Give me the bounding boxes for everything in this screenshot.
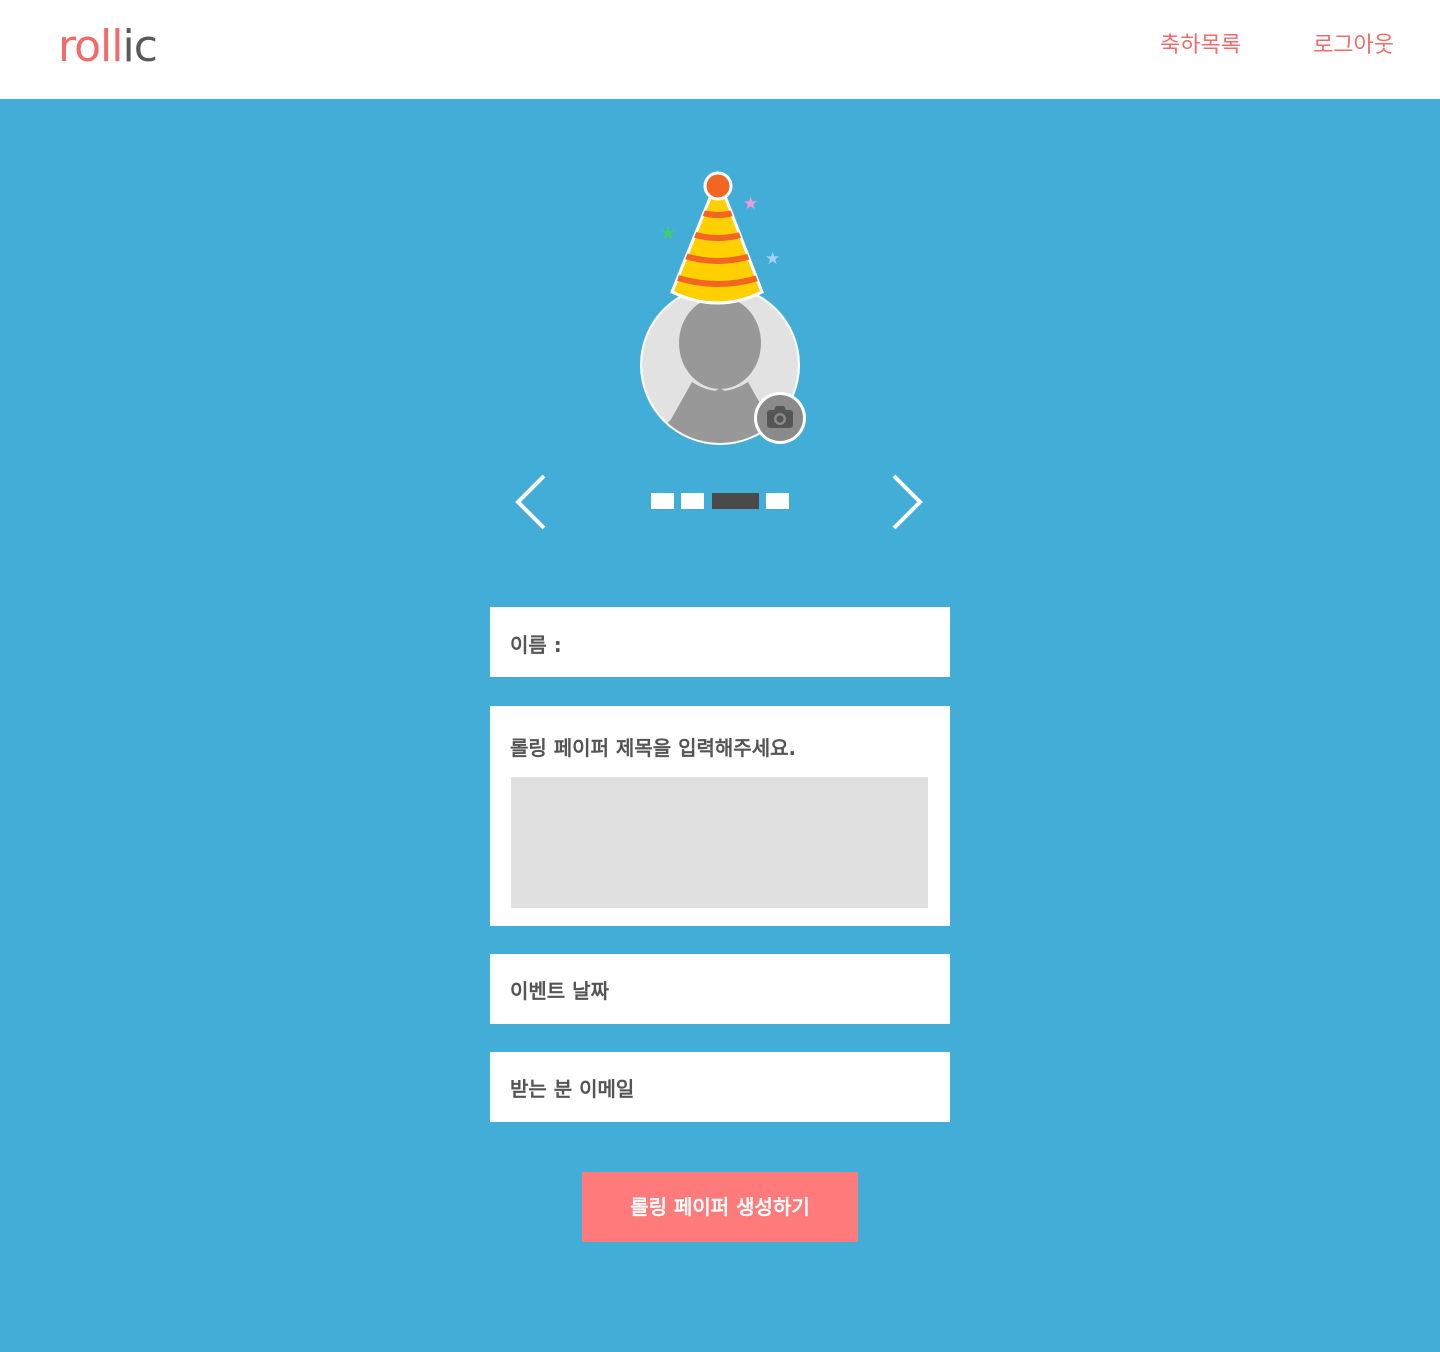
event-date-label: 이벤트 날짜 (510, 979, 609, 1003)
star-blue-icon: ★ (765, 249, 780, 269)
carousel-next-arrow-icon[interactable] (888, 470, 928, 534)
event-date-field[interactable]: 이벤트 날짜 (490, 954, 950, 1024)
rollic-logo[interactable]: rollic (58, 21, 158, 72)
carousel-dot-4[interactable] (766, 493, 789, 509)
camera-upload-button[interactable] (754, 392, 806, 444)
logo-text-ic: ic (122, 21, 158, 72)
title-label: 롤링 페이퍼 제목을 입력해주세요. (510, 736, 797, 760)
name-label: 이름 : (510, 633, 562, 657)
nav-logout[interactable]: 로그아웃 (1313, 30, 1394, 62)
title-textarea[interactable] (511, 777, 928, 908)
recipient-email-label: 받는 분 이메일 (510, 1077, 635, 1101)
profile-avatar: ★ ★ ★ (600, 160, 840, 460)
logo-text-roll: roll (58, 21, 123, 72)
carousel-prev-arrow-icon[interactable] (510, 470, 550, 534)
star-pink-icon: ★ (743, 194, 758, 214)
header-bar: rollic 축하목록 로그아웃 (0, 0, 1440, 99)
carousel-dot-1[interactable] (651, 493, 674, 509)
carousel-dot-3-active[interactable] (712, 493, 759, 509)
carousel-dot-2[interactable] (681, 493, 704, 509)
create-rolling-paper-button[interactable]: 롤링 페이퍼 생성하기 (582, 1172, 858, 1242)
nav-celebration-list[interactable]: 축하목록 (1160, 30, 1241, 62)
title-field: 롤링 페이퍼 제목을 입력해주세요. (490, 706, 950, 926)
avatar-illustration: ★ ★ ★ (640, 171, 806, 445)
name-field[interactable]: 이름 : (490, 607, 950, 677)
party-hat-icon (670, 171, 764, 305)
star-green-icon: ★ (660, 223, 676, 244)
recipient-email-field[interactable]: 받는 분 이메일 (490, 1052, 950, 1122)
